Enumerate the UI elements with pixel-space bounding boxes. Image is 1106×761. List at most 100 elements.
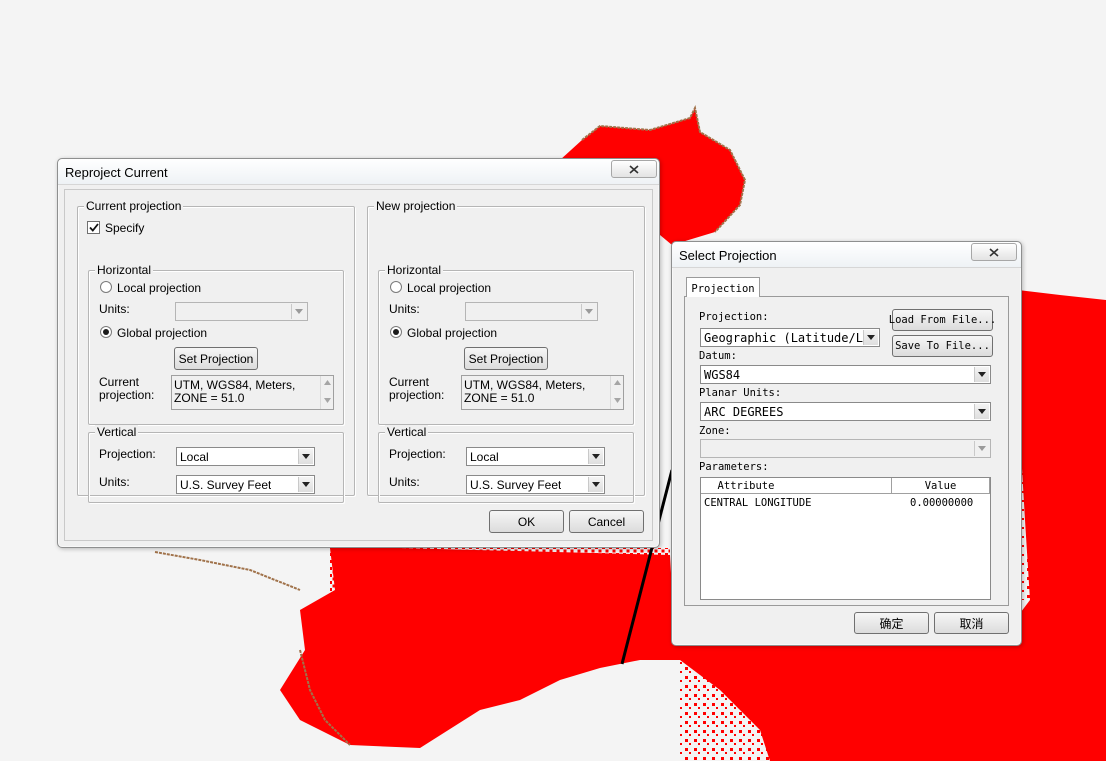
- current-horizontal-legend: Horizontal: [95, 263, 154, 277]
- select-projection-title: Select Projection: [679, 248, 777, 263]
- select-projection-close-button[interactable]: [971, 243, 1017, 261]
- parameters-table[interactable]: Attribute Value CENTRAL LONGITUDE 0.0000…: [700, 477, 991, 600]
- current-vertical-group: Vertical Projection: Local Units: U.S. S…: [88, 425, 344, 503]
- new-vertical-projection-value: Local: [470, 450, 499, 464]
- new-projection-scrollbar[interactable]: [610, 376, 623, 409]
- new-projection-textbox: UTM, WGS84, Meters, ZONE = 51.0: [461, 375, 624, 410]
- new-global-projection-label: Global projection: [407, 326, 498, 340]
- reproject-title-bar[interactable]: Reproject Current: [58, 159, 659, 185]
- current-projection-value-line2: ZONE = 51.0: [174, 391, 245, 405]
- chevron-down-icon: [588, 477, 603, 492]
- current-local-projection-label: Local projection: [117, 281, 202, 295]
- load-from-file-button[interactable]: Load From File...: [889, 309, 996, 331]
- current-global-projection-label: Global projection: [117, 326, 208, 340]
- save-to-file-button[interactable]: Save To File...: [892, 335, 993, 357]
- projection-label: Projection:: [699, 311, 769, 323]
- scroll-down-icon[interactable]: [324, 398, 331, 403]
- new-vertical-group: Vertical Projection: Local Units: U.S. S…: [378, 425, 634, 503]
- current-vertical-projection-value: Local: [180, 450, 209, 464]
- specify-checkbox[interactable]: [87, 221, 100, 234]
- current-vertical-units-label: Units:: [99, 475, 130, 489]
- zone-dropdown[interactable]: [700, 439, 991, 458]
- new-vertical-legend: Vertical: [385, 425, 429, 439]
- cancel-select-button[interactable]: 取消: [934, 612, 1009, 634]
- current-projection-scrollbar[interactable]: [320, 376, 333, 409]
- new-projection-label-line1: Current: [389, 375, 430, 389]
- new-projection-value-line2: ZONE = 51.0: [464, 391, 535, 405]
- chevron-down-icon: [974, 404, 989, 419]
- column-header-value[interactable]: Value: [892, 478, 990, 493]
- current-projection-textbox: UTM, WGS84, Meters, ZONE = 51.0: [171, 375, 334, 410]
- planar-units-label: Planar Units:: [699, 387, 782, 399]
- current-projection-label-line1: Current: [99, 375, 140, 389]
- new-global-projection-radio[interactable]: [390, 326, 402, 338]
- current-local-projection-radio[interactable]: [100, 281, 112, 293]
- select-projection-title-bar[interactable]: Select Projection: [672, 242, 1021, 268]
- chevron-down-icon: [298, 449, 313, 464]
- projection-value: Geographic (Latitude/Longi: [704, 331, 864, 345]
- current-units-dropdown[interactable]: [175, 302, 308, 321]
- new-vertical-units-value: U.S. Survey Feet: [470, 478, 562, 492]
- chevron-down-icon: [291, 304, 306, 319]
- current-projection-legend: Current projection: [84, 199, 184, 213]
- planar-units-value: ARC DEGREES: [704, 405, 784, 419]
- row-value: 0.00000000: [910, 497, 974, 509]
- projection-dropdown[interactable]: Geographic (Latitude/Longi: [700, 328, 880, 347]
- new-projection-legend: New projection: [374, 199, 458, 213]
- parameters-table-header: Attribute Value: [701, 478, 990, 494]
- reproject-title: Reproject Current: [65, 165, 168, 180]
- ok-button[interactable]: OK: [489, 510, 564, 533]
- new-units-dropdown[interactable]: [465, 302, 598, 321]
- specify-label: Specify: [105, 221, 145, 235]
- dot-field-south-east: [680, 645, 1000, 761]
- new-projection-group: New projection Horizontal Local projecti…: [367, 199, 645, 503]
- new-local-projection-label: Local projection: [407, 281, 492, 295]
- cancel-button[interactable]: Cancel: [569, 510, 644, 533]
- zone-label: Zone:: [699, 425, 731, 437]
- tab-projection[interactable]: Projection: [686, 277, 760, 297]
- planar-units-dropdown[interactable]: ARC DEGREES: [700, 402, 991, 421]
- chevron-down-icon: [974, 441, 989, 456]
- scroll-up-icon[interactable]: [614, 380, 621, 385]
- new-vertical-units-dropdown[interactable]: U.S. Survey Feet: [466, 475, 605, 494]
- chevron-down-icon: [588, 449, 603, 464]
- current-units-label: Units:: [99, 302, 130, 316]
- chevron-down-icon: [863, 330, 878, 345]
- current-vertical-projection-label: Projection:: [99, 447, 156, 461]
- checkmark-icon: [88, 223, 99, 232]
- close-icon: [989, 247, 999, 257]
- table-row[interactable]: CENTRAL LONGITUDE 0.00000000: [701, 496, 990, 511]
- new-horizontal-group: Horizontal Local projection Units: Globa…: [378, 263, 634, 425]
- current-horizontal-group: Horizontal Local projection Units: Globa…: [88, 263, 344, 425]
- reproject-body: Current projection Specify Horizontal Lo…: [64, 189, 653, 541]
- new-vertical-projection-dropdown[interactable]: Local: [466, 447, 605, 466]
- current-vertical-projection-dropdown[interactable]: Local: [176, 447, 315, 466]
- confirm-button[interactable]: 确定: [854, 612, 929, 634]
- reproject-close-button[interactable]: [611, 160, 657, 178]
- parameters-label: Parameters:: [699, 461, 769, 473]
- new-vertical-units-label: Units:: [389, 475, 420, 489]
- current-set-projection-button[interactable]: Set Projection: [174, 347, 258, 370]
- close-icon: [629, 164, 639, 174]
- current-vertical-units-value: U.S. Survey Feet: [180, 478, 272, 492]
- chevron-down-icon: [298, 477, 313, 492]
- scroll-down-icon[interactable]: [614, 398, 621, 403]
- new-local-projection-radio[interactable]: [390, 281, 402, 293]
- datum-dropdown[interactable]: WGS84: [700, 365, 991, 384]
- scroll-up-icon[interactable]: [324, 380, 331, 385]
- projection-tab-panel: Projection: Geographic (Latitude/Longi L…: [684, 296, 1009, 606]
- new-vertical-projection-label: Projection:: [389, 447, 446, 461]
- current-projection-label-line2: projection:: [99, 388, 155, 402]
- new-units-label: Units:: [389, 302, 420, 316]
- current-projection-group: Current projection Specify Horizontal Lo…: [77, 199, 355, 503]
- chevron-down-icon: [581, 304, 596, 319]
- chevron-down-icon: [974, 367, 989, 382]
- current-vertical-units-dropdown[interactable]: U.S. Survey Feet: [176, 475, 315, 494]
- column-header-attribute[interactable]: Attribute: [701, 478, 892, 493]
- new-horizontal-legend: Horizontal: [385, 263, 444, 277]
- row-attribute: CENTRAL LONGITUDE: [704, 497, 812, 509]
- new-set-projection-button[interactable]: Set Projection: [464, 347, 548, 370]
- reproject-dialog: Reproject Current Current projection Spe…: [57, 158, 660, 548]
- new-projection-label-line2: projection:: [389, 388, 445, 402]
- current-global-projection-radio[interactable]: [100, 326, 112, 338]
